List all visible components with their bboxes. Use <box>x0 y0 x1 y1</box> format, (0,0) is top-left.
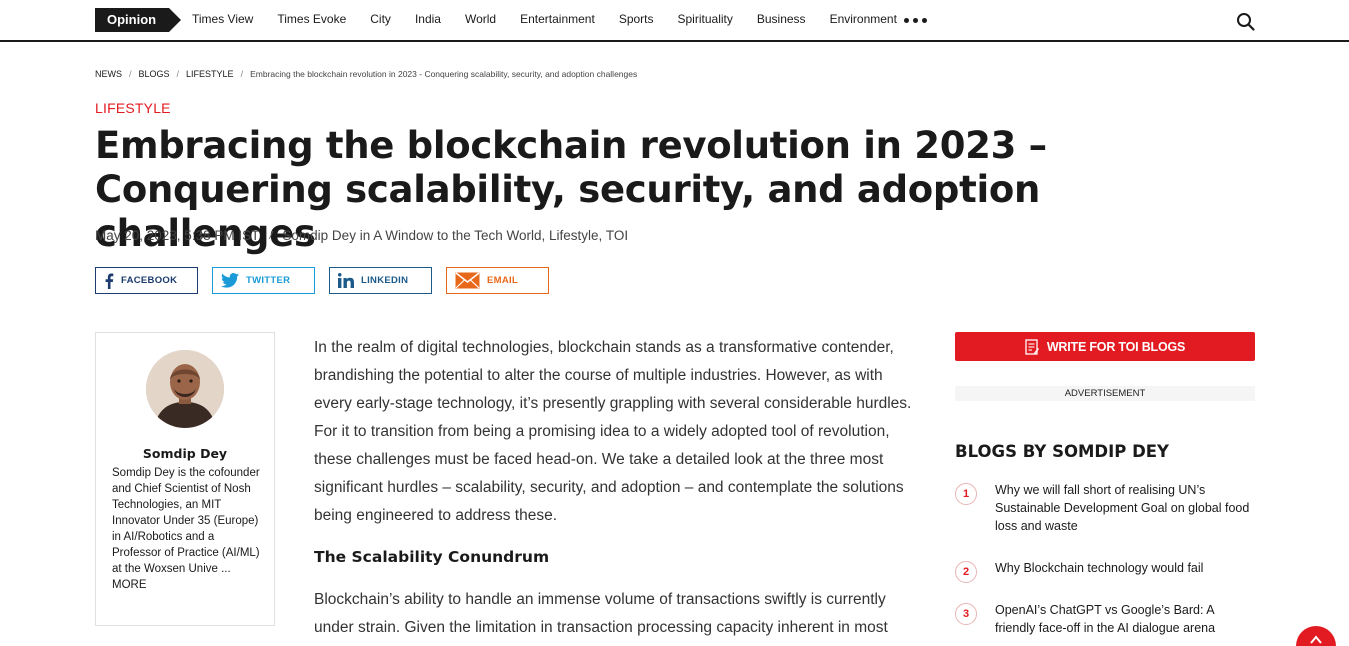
twitter-icon <box>221 273 239 288</box>
byline: May 20, 2023, 5:38 PM IST / Somdip Dey i… <box>95 228 629 243</box>
opinion-label: Opinion <box>107 12 157 27</box>
breadcrumb-news[interactable]: NEWS <box>95 69 122 79</box>
list-item-title[interactable]: Why we will fall short of realising UN’s… <box>995 481 1255 535</box>
top-navigation: Opinion Times View Times Evoke City Indi… <box>0 0 1349 42</box>
list-item-number: 2 <box>955 561 977 583</box>
nav-item-environment[interactable]: Environment <box>830 12 897 26</box>
author-bio-text: Somdip Dey is the cofounder and Chief Sc… <box>112 467 260 575</box>
nav-item-entertainment[interactable]: Entertainment <box>520 12 595 26</box>
linkedin-icon <box>338 273 354 288</box>
search-icon[interactable] <box>1236 12 1256 32</box>
author-card: Somdip Dey Somdip Dey is the cofounder a… <box>95 332 275 626</box>
article-body: In the realm of digital technologies, bl… <box>314 334 919 642</box>
author-name[interactable]: Somdip Dey <box>96 446 274 461</box>
document-edit-icon <box>1025 338 1039 355</box>
nav-item-times-evoke[interactable]: Times Evoke <box>277 12 346 26</box>
share-email-label: EMAIL <box>487 275 519 286</box>
facebook-icon <box>104 273 114 289</box>
breadcrumb-blogs[interactable]: BLOGS <box>139 69 170 79</box>
share-linkedin-label: LINKEDIN <box>361 275 409 286</box>
nav-item-times-view[interactable]: Times View <box>192 12 253 26</box>
share-twitter-button[interactable]: TWITTER <box>212 267 315 294</box>
more-menu-icon[interactable] <box>904 18 927 23</box>
breadcrumb-current: Embracing the blockchain revolution in 2… <box>250 69 638 79</box>
share-facebook-button[interactable]: FACEBOOK <box>95 267 198 294</box>
nav-item-world[interactable]: World <box>465 12 496 26</box>
list-item[interactable]: 2 Why Blockchain technology would fail <box>955 559 1255 583</box>
nav-item-business[interactable]: Business <box>757 12 806 26</box>
author-bio: Somdip Dey is the cofounder and Chief Sc… <box>112 465 262 593</box>
advertisement-label: ADVERTISEMENT <box>955 386 1255 401</box>
list-item-title[interactable]: OpenAI’s ChatGPT vs Google’s Bard: A fri… <box>995 601 1255 637</box>
article-subheading: The Scalability Conundrum <box>314 548 550 566</box>
nav-item-india[interactable]: India <box>415 12 441 26</box>
breadcrumb: NEWS / BLOGS / LIFESTYLE / Embracing the… <box>95 69 638 79</box>
write-for-toi-blogs-button[interactable]: WRITE FOR TOI BLOGS <box>955 332 1255 361</box>
envelope-icon <box>455 272 480 289</box>
publish-date: May 20, 2023, 5:38 PM IST <box>95 228 260 243</box>
author-link[interactable]: Somdip Dey in A Window to the Tech World… <box>282 228 628 243</box>
nav-item-sports[interactable]: Sports <box>619 12 654 26</box>
list-item[interactable]: 3 OpenAI’s ChatGPT vs Google’s Bard: A f… <box>955 601 1255 637</box>
nav-item-city[interactable]: City <box>370 12 391 26</box>
scroll-to-top-button[interactable] <box>1296 626 1336 646</box>
blogs-by-author-heading: BLOGS BY SOMDIP DEY <box>955 442 1169 461</box>
article-category[interactable]: LIFESTYLE <box>95 100 171 116</box>
list-item-number: 1 <box>955 483 977 505</box>
article-paragraph: In the realm of digital technologies, bl… <box>314 339 912 524</box>
share-twitter-label: TWITTER <box>246 275 291 286</box>
nav-menu: Times View Times Evoke City India World … <box>192 12 921 26</box>
list-item-number: 3 <box>955 603 977 625</box>
avatar[interactable] <box>146 350 224 428</box>
share-linkedin-button[interactable]: LINKEDIN <box>329 267 432 294</box>
nav-item-spirituality[interactable]: Spirituality <box>678 12 733 26</box>
share-email-button[interactable]: EMAIL <box>446 267 549 294</box>
article-paragraph: Blockchain’s ability to handle an immens… <box>314 591 888 636</box>
share-facebook-label: FACEBOOK <box>121 275 178 286</box>
opinion-tag[interactable]: Opinion <box>95 8 181 32</box>
list-item-title[interactable]: Why Blockchain technology would fail <box>995 559 1255 583</box>
list-item[interactable]: 1 Why we will fall short of realising UN… <box>955 481 1255 535</box>
arrow-up-icon <box>1310 635 1322 644</box>
write-for-toi-blogs-label: WRITE FOR TOI BLOGS <box>1046 339 1186 354</box>
breadcrumb-lifestyle[interactable]: LIFESTYLE <box>186 69 234 79</box>
